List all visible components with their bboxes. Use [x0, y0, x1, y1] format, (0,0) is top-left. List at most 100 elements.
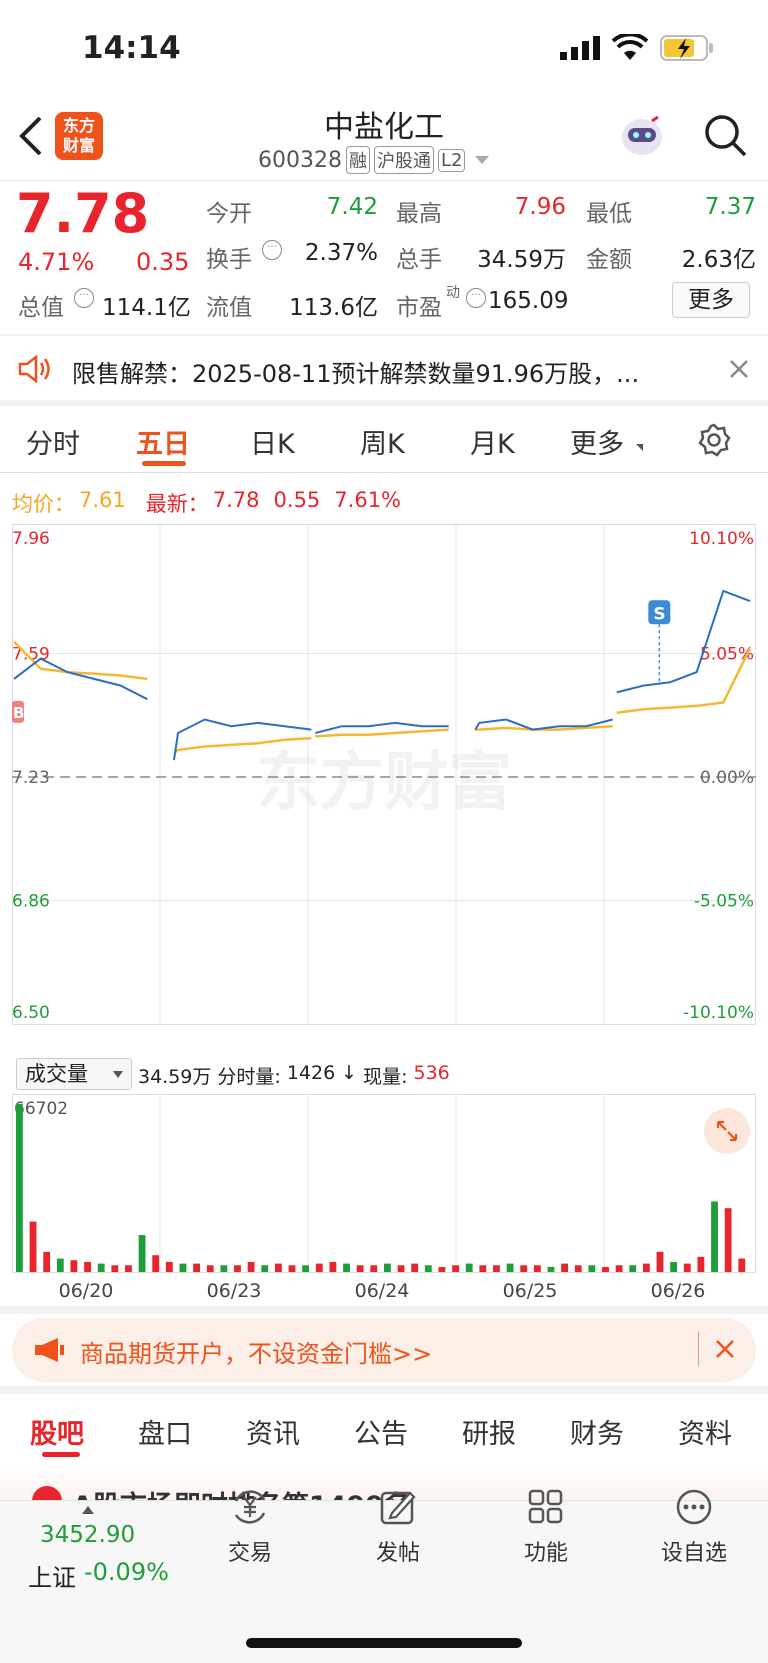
date-label: 06/20 [58, 1280, 114, 1302]
volume-bar [111, 1265, 119, 1272]
info-icon[interactable]: ··· [74, 288, 94, 308]
volume-bar [29, 1221, 37, 1272]
app-root: 14:14 东方 财富 中盐化工 600328 融 沪股通 L2 7.78 4.… [0, 0, 768, 1663]
notice-text[interactable]: 限售解禁：2025-08-11预计解禁数量91.96万股，... [72, 354, 682, 389]
volume-bar [574, 1265, 582, 1272]
volume-bar [465, 1263, 473, 1272]
stat-label-high: 最高 [396, 201, 442, 227]
volume-bar [533, 1265, 541, 1272]
bottom-tab-indicator [42, 1452, 80, 1457]
y-tick-right: -5.05% [694, 892, 754, 912]
more-button[interactable]: 更多 [672, 282, 750, 318]
volume-bar [138, 1235, 146, 1272]
close-icon[interactable] [714, 1338, 736, 1364]
stat-label-mktcap: 总值 [18, 295, 64, 321]
ad-banner[interactable]: 商品期货开户，不设资金门槛>> [12, 1318, 756, 1382]
y-tick-left: 6.86 [12, 892, 50, 912]
volume-bar [493, 1265, 500, 1272]
volume-bar [738, 1258, 746, 1272]
caret-down-icon [475, 156, 490, 164]
index-value[interactable]: 3452.90 [40, 1522, 135, 1548]
ad-text: 商品期货开户，不设资金门槛>> [80, 1340, 433, 1368]
volume-info: 34.59万 分时量: 1426 ↓ 现量: 536 [138, 1062, 450, 1089]
y-tick-right: 0.00% [700, 768, 754, 788]
nav-functions-label: 功能 [523, 1541, 568, 1566]
tab-daily-k[interactable]: 日K [250, 422, 295, 461]
tab-intraday[interactable]: 分时 [26, 422, 80, 461]
stat-value-amount: 2.63亿 [681, 247, 756, 273]
price-info-line: 均价： 7.61 最新： 7.78 0.55 7.61% [12, 488, 401, 518]
tag-level2: L2 [437, 148, 466, 172]
volume-bar [97, 1263, 105, 1272]
volume-bar [561, 1263, 568, 1272]
tag-margin: 融 [345, 146, 370, 174]
battery-icon [660, 34, 714, 66]
volume-bar [547, 1266, 555, 1272]
tab-finance[interactable]: 财务 [570, 1412, 624, 1451]
stat-sup-pe: 动 [446, 285, 460, 301]
nav-functions[interactable]: 功能 [486, 1487, 606, 1567]
stat-label-float: 流值 [206, 295, 252, 321]
status-time: 14:14 [82, 30, 181, 66]
watermark-logo: 东方财富 [256, 746, 512, 820]
tab-more[interactable]: 更多 [570, 422, 624, 461]
tab-profile[interactable]: 资料 [678, 1412, 732, 1451]
expand-icon[interactable] [704, 1108, 750, 1154]
index-row[interactable]: 上证 -0.09% [28, 1558, 169, 1593]
price-chart[interactable]: 东方财富 7.96 10.10%7.59 5.05%7.23 0.00%6.86 -5.… [12, 524, 756, 1054]
date-label: 06/23 [206, 1280, 262, 1302]
caret-up-icon [82, 1506, 94, 1514]
nav-trade[interactable]: 交易 [190, 1487, 310, 1567]
close-icon[interactable] [728, 358, 750, 384]
ad-divider [698, 1332, 699, 1366]
change-value: 0.35 [136, 248, 190, 276]
volume-bar [84, 1261, 91, 1272]
tab-weekly-k[interactable]: 周K [360, 422, 405, 461]
sell-marker-label: S [653, 604, 665, 624]
last-change: 0.55 [273, 488, 321, 512]
robot-assistant-icon[interactable] [618, 113, 666, 159]
volume-bar [642, 1263, 650, 1272]
info-icon[interactable]: ··· [466, 288, 486, 308]
info-icon[interactable]: ··· [262, 240, 282, 260]
volume-chart[interactable]: 66702 [12, 1094, 756, 1276]
tab-announcements[interactable]: 公告 [354, 1412, 408, 1451]
y-tick-right: 10.10% [689, 529, 754, 549]
gear-icon[interactable] [696, 422, 732, 462]
volume-bar [247, 1261, 255, 1272]
volume-bar [397, 1265, 405, 1272]
stock-code-row[interactable]: 600328 融 沪股通 L2 [258, 146, 490, 174]
volume-indicator-select[interactable]: 成交量 [16, 1058, 132, 1090]
volume-bar [165, 1261, 173, 1272]
volume-bar [206, 1265, 214, 1272]
tab-five-day[interactable]: 五日 [136, 422, 190, 461]
more-circle-icon [676, 1489, 712, 1525]
date-label: 06/24 [354, 1280, 410, 1302]
fen-value: 1426 [286, 1062, 336, 1084]
volume-bar [411, 1263, 419, 1272]
date-axis: 06/20 06/23 06/24 06/25 06/26 [12, 1280, 756, 1308]
stat-value-turnover: 2.37% [304, 240, 378, 266]
volume-bar [193, 1263, 200, 1272]
nav-post[interactable]: 发帖 [338, 1487, 458, 1567]
volume-bar [615, 1265, 623, 1272]
tab-forum[interactable]: 股吧 [30, 1412, 84, 1451]
stat-value-high: 7.96 [514, 194, 566, 220]
grid-icon [528, 1489, 563, 1524]
stat-label-volume: 总手 [396, 247, 442, 273]
volume-bar [288, 1265, 296, 1272]
tab-research[interactable]: 研报 [462, 1412, 516, 1451]
caret-down-icon [113, 1071, 123, 1078]
search-icon[interactable] [702, 112, 748, 162]
index-change: -0.09% [84, 1558, 169, 1586]
volume-bar [602, 1266, 609, 1272]
tab-news[interactable]: 资讯 [246, 1412, 300, 1451]
volume-bar [683, 1263, 691, 1272]
stat-value-open: 7.42 [326, 194, 378, 220]
y-tick-right: -10.10% [683, 1003, 754, 1023]
nav-watchlist[interactable]: 设自选 [634, 1487, 754, 1567]
volume-bar [656, 1251, 664, 1272]
tab-order-book[interactable]: 盘口 [138, 1412, 192, 1451]
volume-bar [343, 1263, 350, 1272]
tab-monthly-k[interactable]: 月K [470, 422, 515, 461]
